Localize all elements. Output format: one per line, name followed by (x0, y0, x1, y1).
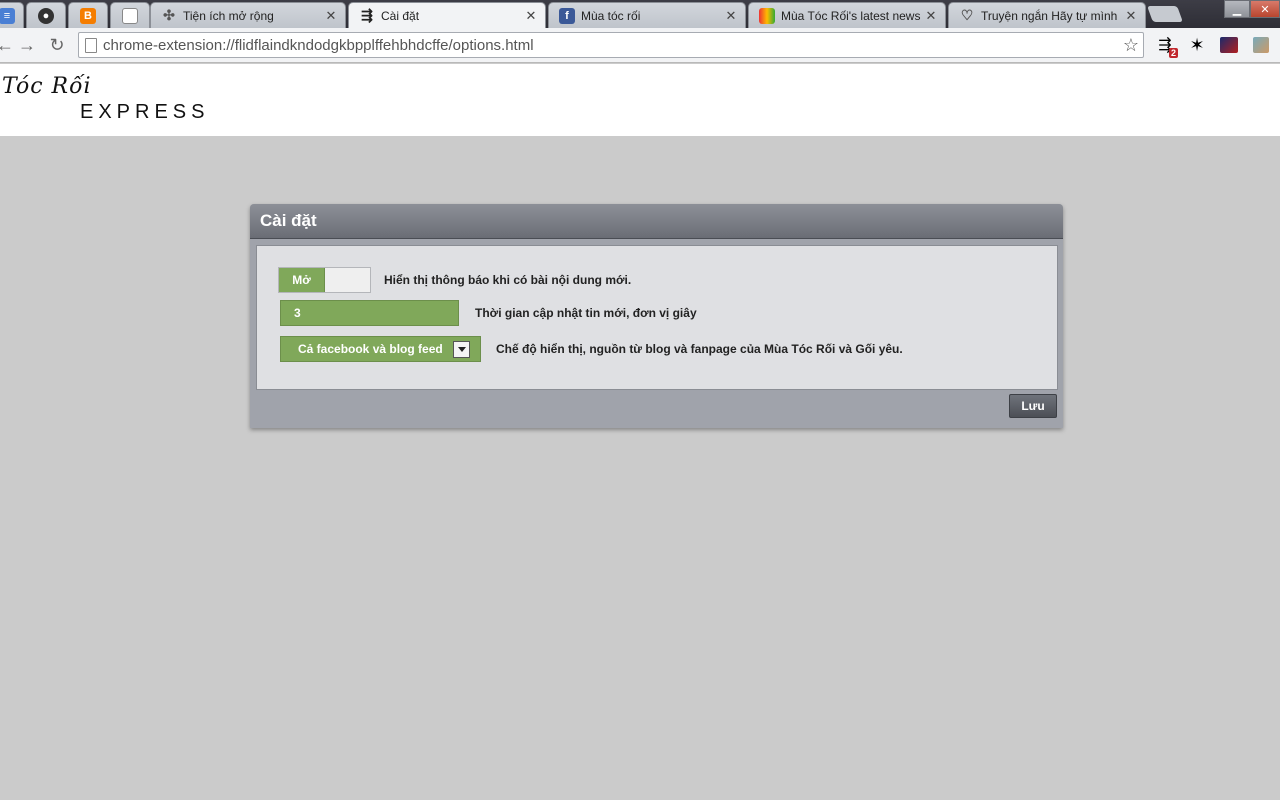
tab-title: Truyện ngắn Hãy tự mình (981, 8, 1118, 23)
photo-icon (1253, 37, 1269, 53)
settings-form: Mở Hiển thị thông báo khi có bài nội dun… (256, 245, 1058, 390)
close-tab-icon[interactable]: ✕ (1125, 8, 1137, 24)
rss-icon (759, 7, 775, 24)
panel-title: Cài đặt (250, 204, 1063, 239)
extension-photo-button[interactable] (1250, 34, 1272, 56)
tab-title: Mùa Tóc Rối's latest news (781, 8, 921, 23)
picture-icon (1220, 37, 1238, 53)
minimize-icon[interactable]: ▁ (1224, 0, 1250, 18)
save-button[interactable]: Lưu (1009, 394, 1057, 418)
tab-blogger[interactable]: B (68, 2, 108, 28)
tab-strip: ≡ ● B ✣ Tiện ích mở rộng ✕ ⇶ Cài đặt ✕ f… (0, 0, 1280, 28)
close-tab-icon[interactable]: ✕ (725, 8, 737, 24)
url-text: chrome-extension://flidflaindkndodgkbppl… (103, 36, 534, 54)
blogger-icon: B (80, 7, 96, 24)
notification-description: Hiển thị thông báo khi có bài nội dung m… (384, 273, 632, 287)
mode-description: Chế độ hiển thị, nguồn từ blog và fanpag… (496, 342, 903, 356)
bookmark-star-icon[interactable]: ☆ (1119, 35, 1143, 56)
facebook-icon: f (559, 7, 575, 24)
close-tab-icon[interactable]: ✕ (925, 8, 937, 24)
browser-toolbar: ← → ↻ chrome-extension://flidflaindkndod… (0, 28, 1280, 63)
new-tab-button[interactable] (1147, 6, 1183, 22)
notification-toggle[interactable]: Mở (278, 267, 371, 293)
tab-latest-news[interactable]: Mùa Tóc Rối's latest news ✕ (748, 2, 946, 28)
close-tab-icon[interactable]: ✕ (325, 8, 337, 24)
close-window-icon[interactable]: ✕ (1250, 0, 1280, 18)
tab-settings[interactable]: ⇶ Cài đặt ✕ (348, 2, 546, 28)
tab-extensions[interactable]: ✣ Tiện ích mở rộng ✕ (150, 2, 346, 28)
tab-short-story[interactable]: ♡ Truyện ngắn Hãy tự mình ✕ (948, 2, 1146, 28)
docs-icon: ≡ (0, 7, 15, 24)
extension-picture-button[interactable] (1218, 34, 1240, 56)
figure-icon: ✶ (1189, 34, 1205, 55)
select-value: Cả facebook và blog feed (298, 342, 443, 356)
github-icon: ● (38, 7, 54, 24)
page-icon (85, 37, 97, 53)
toggle-on-label: Mở (279, 268, 325, 292)
chevron-down-icon (453, 340, 470, 358)
close-tab-icon[interactable]: ✕ (525, 8, 537, 24)
window-controls: ▁ ✕ (1224, 0, 1280, 18)
page-header: Tóc Rối EXPRESS (0, 64, 1280, 136)
tab-facebook[interactable]: f Mùa tóc rối ✕ (548, 2, 746, 28)
logo-bottom-text: EXPRESS (80, 101, 210, 123)
display-mode-select[interactable]: Cả facebook và blog feed (280, 336, 481, 362)
interval-description: Thời gian cập nhật tin mới, đơn vị giây (475, 306, 697, 320)
tab-title: Cài đặt (381, 8, 420, 23)
extension-figure-button[interactable]: ✶ (1186, 34, 1208, 56)
tab-github[interactable]: ● (26, 2, 66, 28)
forward-arrow-icon[interactable]: → (16, 34, 38, 56)
tab-title: Tiện ích mở rộng (183, 8, 274, 23)
tab-title: Mùa tóc rối (581, 8, 641, 23)
tab-docs[interactable]: ≡ (0, 2, 24, 28)
settings-panel: Cài đặt Mở Hiển thị thông báo khi có bài… (250, 204, 1063, 428)
heart-icon: ♡ (960, 7, 974, 23)
extension-toc-roi-button[interactable]: ⇶ 2 (1154, 34, 1178, 58)
puzzle-icon: ✣ (163, 7, 175, 23)
settings-sliders-icon: ⇶ (361, 7, 373, 23)
back-arrow-icon[interactable]: ← (0, 34, 16, 56)
tab-blank-page[interactable] (110, 2, 150, 28)
notification-badge: 2 (1168, 48, 1178, 58)
reload-icon[interactable]: ↻ (46, 34, 68, 56)
logo-top-text: Tóc Rối (2, 74, 92, 99)
update-interval-input[interactable] (280, 300, 459, 326)
page-icon (122, 7, 138, 24)
address-bar[interactable]: chrome-extension://flidflaindkndodgkbppl… (78, 32, 1144, 58)
